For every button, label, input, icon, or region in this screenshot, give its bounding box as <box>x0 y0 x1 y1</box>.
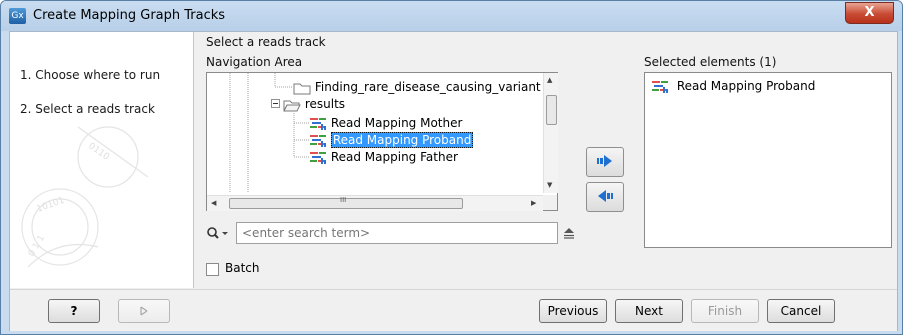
batch-checkbox[interactable] <box>206 263 219 276</box>
vertical-scrollbar[interactable]: ▲ ▼ <box>543 73 558 193</box>
vertical-scroll-thumb[interactable] <box>546 95 557 125</box>
batch-label: Batch <box>225 261 260 275</box>
folder-open-icon <box>283 100 301 111</box>
folder-icon <box>293 83 311 94</box>
tree-item-read-mapping-mother[interactable]: Read Mapping Mother <box>309 114 462 132</box>
tree-item-results[interactable]: results <box>283 95 345 113</box>
cancel-button[interactable]: Cancel <box>767 299 835 323</box>
tree-item-label: results <box>304 97 346 111</box>
window-title: Create Mapping Graph Tracks <box>33 8 226 23</box>
search-icon[interactable] <box>206 226 230 242</box>
next-button[interactable]: Next <box>615 299 683 323</box>
reset-icon <box>140 306 148 316</box>
help-button[interactable]: ? <box>48 299 100 323</box>
arrow-left-icon <box>598 190 613 202</box>
main-content: Select a reads track Navigation Area Sel… <box>194 32 897 288</box>
tree-item-label: Read Mapping Father <box>330 150 458 164</box>
horizontal-scrollbar[interactable]: ◀ III ▶ <box>207 195 543 211</box>
tree-item-label: Finding_rare_disease_causing_variant <box>314 80 541 94</box>
collapse-toggle-icon[interactable] <box>271 99 280 108</box>
tree-item-label-selected: Read Mapping Proband <box>330 132 474 148</box>
wizard-steps-panel: 1. Choose where to run 2. Select a reads… <box>10 32 194 288</box>
finish-button[interactable]: Finish <box>691 299 759 323</box>
decorative-watermark-icon: 0110 10101 0 1 1 <box>21 126 149 268</box>
selected-item-label: Read Mapping Proband <box>676 79 816 93</box>
selected-elements-label: Selected elements (1) <box>644 55 777 69</box>
selected-elements-list[interactable]: Read Mapping Proband <box>644 72 892 248</box>
tree-item-label: Read Mapping Mother <box>330 116 463 130</box>
tree-item-read-mapping-proband[interactable]: Read Mapping Proband <box>309 131 474 149</box>
remove-from-selected-button[interactable] <box>586 182 624 212</box>
app-icon: Gx <box>9 8 26 24</box>
scroll-up-icon[interactable]: ▲ <box>547 76 552 84</box>
close-button[interactable]: X <box>845 2 894 24</box>
scroll-right-icon[interactable]: ▶ <box>531 199 536 207</box>
title-bar[interactable]: Gx Create Mapping Graph Tracks X <box>1 1 902 31</box>
previous-button[interactable]: Previous <box>539 299 607 323</box>
read-mapping-icon <box>310 134 326 147</box>
tree-item-folder[interactable]: Finding_rare_disease_causing_variant <box>293 78 541 96</box>
scroll-down-icon[interactable]: ▼ <box>547 181 552 189</box>
step-select-reads-track: 2. Select a reads track <box>20 102 155 116</box>
search-options-icon[interactable] <box>562 227 576 239</box>
svg-text:0110: 0110 <box>86 141 111 162</box>
section-heading: Select a reads track <box>206 35 326 49</box>
navigation-area-label: Navigation Area <box>206 55 303 69</box>
tree-item-read-mapping-father[interactable]: Read Mapping Father <box>309 148 458 166</box>
dialog-footer: ? Previous Next Finish Cancel <box>10 289 897 331</box>
scroll-left-icon[interactable]: ◀ <box>211 199 216 207</box>
dialog-body: 1. Choose where to run 2. Select a reads… <box>9 31 898 331</box>
step-choose-where-to-run: 1. Choose where to run <box>20 68 161 82</box>
read-mapping-icon <box>310 151 326 164</box>
navigation-tree[interactable]: Finding_rare_disease_causing_variant res… <box>206 72 558 211</box>
arrow-right-icon <box>597 155 612 167</box>
selected-item[interactable]: Read Mapping Proband <box>651 77 815 95</box>
svg-text:10101: 10101 <box>36 196 66 215</box>
reset-button[interactable] <box>118 299 170 323</box>
read-mapping-icon <box>310 117 326 130</box>
add-to-selected-button[interactable] <box>586 147 624 177</box>
dialog-window: Gx Create Mapping Graph Tracks X 1. Choo… <box>0 0 903 335</box>
read-mapping-icon <box>652 80 668 93</box>
horizontal-scroll-thumb[interactable]: III <box>229 196 463 209</box>
search-input[interactable] <box>236 222 558 244</box>
scroll-grip: III <box>340 196 347 204</box>
scrollbar-corner <box>543 195 557 210</box>
